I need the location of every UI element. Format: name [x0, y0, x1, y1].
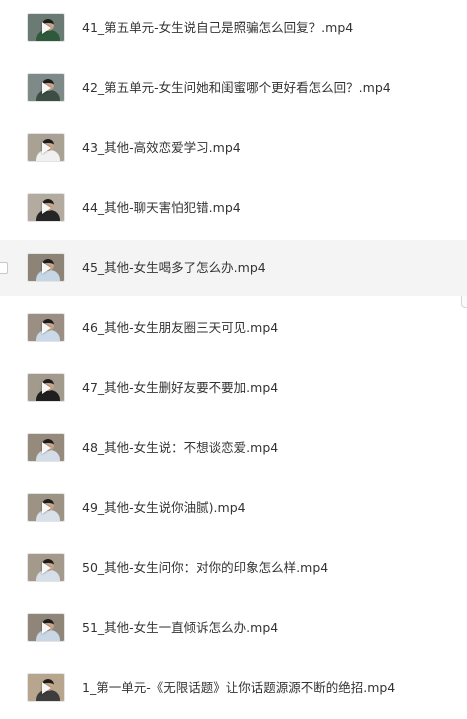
file-row[interactable]: 41_第五单元-女生说自己是照骗怎么回复？.mp4: [0, 0, 467, 56]
play-icon: [42, 262, 51, 274]
play-icon: [42, 502, 51, 514]
file-name[interactable]: 51_其他-女生一直倾诉怎么办.mp4: [82, 618, 278, 638]
file-row[interactable]: 44_其他-聊天害怕犯错.mp4: [0, 180, 467, 236]
file-row[interactable]: 43_其他-高效恋爱学习.mp4: [0, 120, 467, 176]
play-icon: [42, 142, 51, 154]
row-checkbox[interactable]: [0, 262, 8, 274]
play-icon: [42, 22, 51, 34]
file-name[interactable]: 43_其他-高效恋爱学习.mp4: [82, 138, 241, 158]
video-thumbnail[interactable]: [27, 13, 65, 42]
file-name[interactable]: 49_其他-女生说你油腻).mp4: [82, 498, 246, 518]
file-name[interactable]: 1_第一单元-《无限话题》让你话题源源不断的绝招.mp4: [82, 678, 395, 698]
file-row[interactable]: 50_其他-女生问你：对你的印象怎么样.mp4: [0, 540, 467, 596]
video-thumbnail[interactable]: [27, 373, 65, 402]
video-thumbnail[interactable]: [27, 433, 65, 462]
video-thumbnail[interactable]: [27, 313, 65, 342]
play-icon: [42, 82, 51, 94]
file-row[interactable]: 45_其他-女生喝多了怎么办.mp4: [0, 240, 467, 296]
play-icon: [42, 442, 51, 454]
video-thumbnail[interactable]: [27, 493, 65, 522]
file-row[interactable]: 51_其他-女生一直倾诉怎么办.mp4: [0, 600, 467, 656]
file-name[interactable]: 50_其他-女生问你：对你的印象怎么样.mp4: [82, 558, 328, 578]
video-thumbnail[interactable]: [27, 613, 65, 642]
file-row[interactable]: 1_第一单元-《无限话题》让你话题源源不断的绝招.mp4: [0, 660, 467, 716]
video-thumbnail[interactable]: [27, 673, 65, 702]
file-list: 41_第五单元-女生说自己是照骗怎么回复？.mp4 42_第五单元-女生问她和闺蜜…: [0, 0, 467, 719]
file-name[interactable]: 48_其他-女生说：不想谈恋爱.mp4: [82, 438, 278, 458]
file-row[interactable]: 47_其他-女生删好友要不要加.mp4: [0, 360, 467, 416]
video-thumbnail[interactable]: [27, 133, 65, 162]
file-row[interactable]: 49_其他-女生说你油腻).mp4: [0, 480, 467, 536]
file-name[interactable]: 42_第五单元-女生问她和闺蜜哪个更好看怎么回？.mp4: [82, 78, 391, 98]
video-thumbnail[interactable]: [27, 73, 65, 102]
play-icon: [42, 382, 51, 394]
play-icon: [42, 322, 51, 334]
file-row[interactable]: 42_第五单元-女生问她和闺蜜哪个更好看怎么回？.mp4: [0, 60, 467, 116]
file-name[interactable]: 44_其他-聊天害怕犯错.mp4: [82, 198, 241, 218]
play-icon: [42, 682, 51, 694]
file-name[interactable]: 46_其他-女生朋友圈三天可见.mp4: [82, 318, 278, 338]
file-name[interactable]: 45_其他-女生喝多了怎么办.mp4: [82, 258, 266, 278]
play-icon: [42, 562, 51, 574]
video-thumbnail[interactable]: [27, 253, 65, 282]
video-thumbnail[interactable]: [27, 553, 65, 582]
file-row[interactable]: 48_其他-女生说：不想谈恋爱.mp4: [0, 420, 467, 476]
play-icon: [42, 202, 51, 214]
play-icon: [42, 622, 51, 634]
file-name[interactable]: 47_其他-女生删好友要不要加.mp4: [82, 378, 278, 398]
file-row[interactable]: 46_其他-女生朋友圈三天可见.mp4: [0, 300, 467, 356]
file-name[interactable]: 41_第五单元-女生说自己是照骗怎么回复？.mp4: [82, 18, 353, 38]
video-thumbnail[interactable]: [27, 193, 65, 222]
